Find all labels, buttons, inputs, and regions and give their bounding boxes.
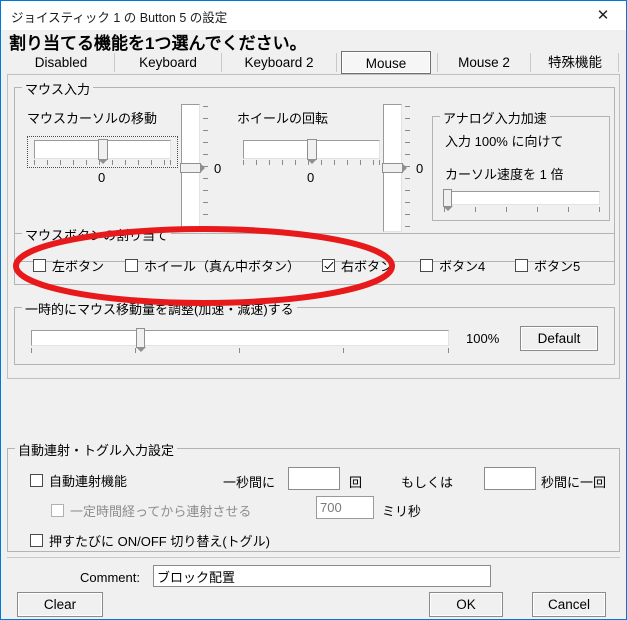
wheel-x-ticks: [243, 160, 380, 166]
cursor-move-x-ticks: [34, 160, 171, 166]
analog-accel-thumb[interactable]: [443, 189, 453, 211]
cursor-move-y-thumb[interactable]: [180, 163, 205, 173]
analog-accel-line2: カーソル速度を 1 倍: [445, 167, 564, 182]
wheel-y-thumb[interactable]: [382, 163, 407, 173]
cursor-move-y-ticks: [203, 106, 209, 230]
wheel-rotation-label: ホイールの回転: [237, 111, 329, 126]
temp-adjust-thumb[interactable]: [136, 328, 146, 352]
comment-input[interactable]: [153, 565, 491, 587]
checkbox-autofire-delay[interactable]: 一定時間経ってから連射させる: [51, 501, 251, 520]
cursor-move-x-thumb[interactable]: [98, 139, 108, 164]
checkbox-label: ホイール（真ん中ボタン）: [144, 259, 301, 274]
analog-accel-group: アナログ入力加速 入力 100% に向けて カーソル速度を 1 倍: [432, 108, 610, 221]
tab-disabled[interactable]: Disabled: [13, 51, 109, 74]
temp-adjust-ticks: [31, 348, 449, 354]
mouse-tab-panel: マウス入力 マウスカーソルの移動 0 0 ホイールの回転 0 0 アナログ入力加…: [7, 74, 620, 379]
checkbox-label: ボタン4: [439, 259, 486, 274]
mouse-buttons-legend: マウスボタンの割り当て: [22, 225, 172, 244]
checkbox-box: [515, 259, 528, 272]
checkbox-box: [322, 259, 335, 272]
tab-separator: [336, 53, 337, 72]
footer-divider: [7, 557, 620, 558]
autofire-group: 自動連射・トグル入力設定 自動連射機能 一秒間に 回 もしくは 秒間に一回 一定…: [7, 440, 620, 552]
checkbox-label: 一定時間経ってから連射させる: [70, 504, 252, 519]
autofire-interval-input[interactable]: [484, 467, 536, 490]
autofire-rate-input[interactable]: [288, 467, 340, 490]
checkbox-autofire-enable[interactable]: 自動連射機能: [30, 471, 127, 490]
mouse-buttons-group: マウスボタンの割り当て 左ボタン ホイール（真ん中ボタン） 右ボタン ボタン4 …: [14, 225, 615, 285]
checkbox-label: 左ボタン: [52, 259, 105, 274]
autofire-or-label: もしくは: [401, 475, 454, 490]
autofire-legend: 自動連射・トグル入力設定: [15, 440, 178, 459]
wheel-y-value: 0: [416, 161, 424, 176]
checkbox-button-5[interactable]: ボタン5: [515, 256, 580, 275]
checkbox-box: [125, 259, 138, 272]
ok-button[interactable]: OK: [429, 592, 503, 617]
checkbox-label: ボタン5: [534, 259, 581, 274]
cursor-move-y-value: 0: [214, 161, 222, 176]
checkbox-label: 押すたびに ON/OFF 切り替え(トグル): [49, 534, 270, 549]
clear-button[interactable]: Clear: [17, 592, 103, 617]
wheel-x-thumb[interactable]: [307, 139, 317, 164]
checkbox-toggle-mode[interactable]: 押すたびに ON/OFF 切り替え(トグル): [30, 531, 270, 550]
wheel-y-ticks: [405, 106, 411, 230]
cursor-move-x-value: 0: [98, 170, 106, 185]
temp-adjust-legend: 一時的にマウス移動量を調整(加速・減速)する: [22, 299, 297, 318]
tab-mouse[interactable]: Mouse: [341, 51, 431, 74]
checkbox-box: [33, 259, 46, 272]
wheel-x-value: 0: [307, 170, 315, 185]
close-icon[interactable]: ✕: [580, 1, 626, 28]
cursor-move-label: マウスカーソルの移動: [27, 111, 158, 126]
analog-accel-slider[interactable]: [444, 191, 600, 205]
checkbox-wheel-middle-button[interactable]: ホイール（真ん中ボタン）: [125, 256, 300, 275]
temp-adjust-slider[interactable]: [31, 330, 449, 346]
tab-strip: Disabled Keyboard Keyboard 2 Mouse Mouse…: [7, 51, 620, 75]
checkbox-label: 自動連射機能: [49, 474, 128, 489]
mouse-input-legend: マウス入力: [22, 79, 94, 98]
checkbox-button-4[interactable]: ボタン4: [420, 256, 485, 275]
cancel-button[interactable]: Cancel: [532, 592, 606, 617]
tab-keyboard[interactable]: Keyboard: [120, 51, 216, 74]
tab-separator: [437, 53, 438, 72]
joystick-button-settings-dialog: ジョイスティック 1 の Button 5 の設定 ✕ 割り当てる機能を1つ選ん…: [0, 0, 627, 620]
autofire-rate-suffix: 回: [349, 475, 363, 490]
temp-adjust-group: 一時的にマウス移動量を調整(加速・減速)する 100% Default: [14, 299, 615, 365]
checkbox-box: [420, 259, 433, 272]
autofire-delay-unit: ミリ秒: [382, 504, 422, 519]
tab-special[interactable]: 特殊機能: [536, 51, 614, 74]
analog-accel-line1: 入力 100% に向けて: [445, 134, 564, 149]
tab-separator: [530, 53, 531, 72]
analog-accel-legend: アナログ入力加速: [440, 108, 550, 127]
autofire-interval-suffix: 秒間に一回: [541, 475, 607, 490]
tab-separator: [221, 53, 222, 72]
tab-keyboard-2[interactable]: Keyboard 2: [227, 51, 331, 74]
tab-separator: [618, 53, 619, 72]
tab-separator: [114, 53, 115, 72]
default-button[interactable]: Default: [520, 326, 598, 351]
checkbox-right-button[interactable]: 右ボタン: [322, 256, 393, 275]
checkbox-box: [51, 504, 64, 517]
temp-adjust-percent: 100%: [466, 331, 500, 346]
comment-label: Comment:: [80, 570, 140, 585]
checkbox-label: 右ボタン: [341, 259, 394, 274]
checkbox-box: [30, 534, 43, 547]
checkbox-left-button[interactable]: 左ボタン: [33, 256, 104, 275]
analog-accel-ticks: [444, 207, 600, 213]
tab-mouse-2[interactable]: Mouse 2: [443, 51, 525, 74]
autofire-rate-prefix: 一秒間に: [223, 475, 276, 490]
autofire-delay-input[interactable]: [316, 496, 374, 519]
title-bar: ジョイスティック 1 の Button 5 の設定 ✕: [1, 1, 626, 30]
window-title: ジョイスティック 1 の Button 5 の設定: [11, 11, 228, 25]
checkbox-box: [30, 474, 43, 487]
